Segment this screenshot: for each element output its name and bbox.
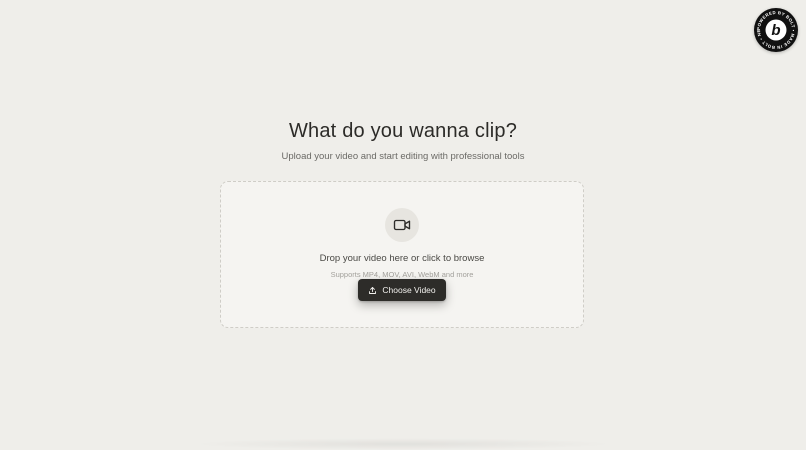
upload-icon [369, 286, 377, 294]
page-title: What do you wanna clip? [288, 120, 518, 142]
video-dropzone[interactable]: Drop your video here or click to browse … [220, 181, 584, 328]
video-icon-container [385, 208, 419, 242]
video-camera-icon [393, 219, 411, 231]
choose-video-button[interactable]: Choose Video [358, 279, 446, 301]
page-subtitle: Upload your video and start editing with… [281, 151, 525, 162]
bolt-logo-icon: POWERED BY BOLT • MADE IN BOLT • NEW b [754, 8, 796, 50]
dropzone-prompt: Drop your video here or click to browse [319, 253, 485, 264]
bottom-edge-shadow [190, 438, 616, 450]
choose-video-label: Choose Video [382, 285, 436, 295]
bolt-badge[interactable]: POWERED BY BOLT • MADE IN BOLT • NEW b [754, 8, 798, 52]
svg-text:b: b [771, 22, 780, 39]
